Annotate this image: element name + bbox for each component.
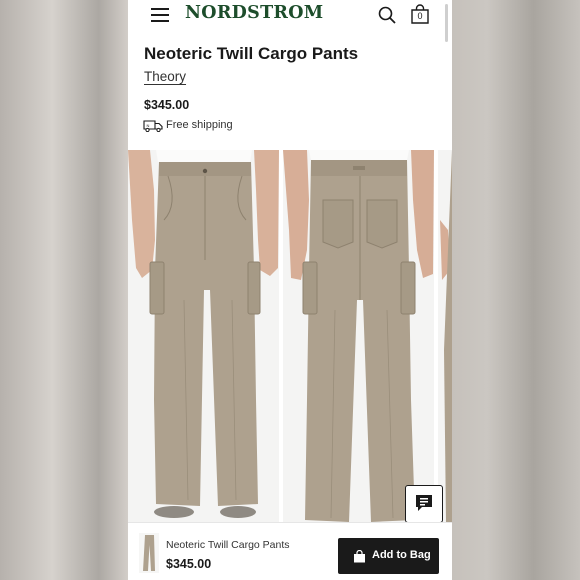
product-thumbnail[interactable] — [139, 533, 159, 573]
delivery-truck-icon: N — [143, 120, 163, 132]
scrollbar[interactable] — [445, 4, 448, 42]
product-title: Neoteric Twill Cargo Pants — [144, 44, 359, 63]
add-to-bag-button[interactable]: Add to Bag — [338, 538, 439, 574]
sticky-product-name: Neoteric Twill Cargo Pants — [166, 539, 290, 551]
sticky-product-price: $345.00 — [166, 557, 212, 571]
sticky-add-to-bag-bar: Neoteric Twill Cargo Pants $345.00 Add t… — [128, 522, 452, 580]
svg-text:N: N — [147, 123, 150, 128]
shopping-bag-icon — [354, 550, 365, 563]
chat-bubble-icon — [416, 495, 432, 511]
phone-screen: NORDSTROM 0 Neoteric Twill Cargo Pants T… — [128, 0, 452, 580]
chat-button[interactable] — [405, 485, 443, 522]
shipping-label: Free shipping — [166, 119, 233, 131]
add-to-bag-label: Add to Bag — [372, 549, 431, 561]
product-image-gallery[interactable] — [128, 150, 452, 522]
bag-count: 0 — [417, 11, 423, 21]
site-header: NORDSTROM 0 — [128, 0, 452, 42]
product-price: $345.00 — [144, 98, 190, 112]
brand-link[interactable]: Theory — [144, 69, 186, 84]
product-image-back[interactable] — [283, 150, 434, 522]
product-image-front[interactable] — [128, 150, 279, 522]
nordstrom-logo[interactable]: NORDSTROM — [185, 3, 323, 23]
search-icon[interactable] — [378, 6, 396, 24]
product-image-side[interactable] — [438, 150, 452, 522]
hamburger-menu-icon[interactable] — [151, 8, 169, 22]
